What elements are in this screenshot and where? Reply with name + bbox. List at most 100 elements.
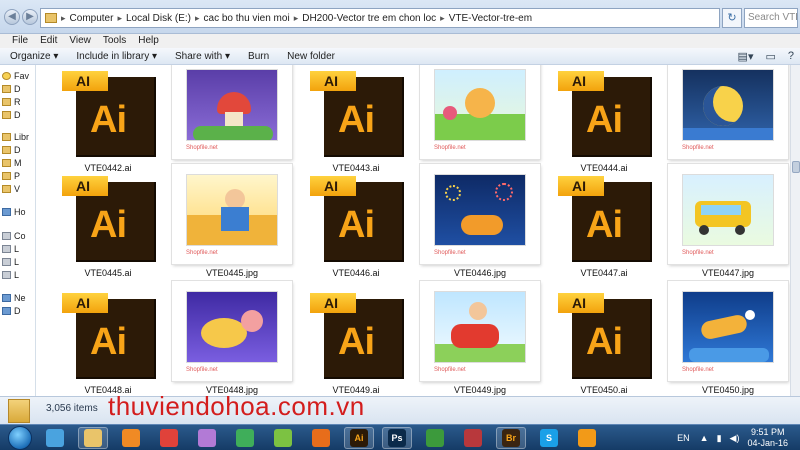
nav-item[interactable]: Co bbox=[2, 230, 26, 242]
view-options-icon[interactable]: ▤▾ bbox=[738, 50, 754, 63]
breadcrumb-item[interactable]: Computer bbox=[70, 13, 114, 24]
network-icon bbox=[2, 307, 11, 315]
homegroup-icon bbox=[2, 208, 11, 216]
nav-item[interactable]: D bbox=[2, 83, 21, 95]
nav-item[interactable]: M bbox=[2, 157, 22, 169]
taskbar-button[interactable] bbox=[40, 427, 70, 449]
menu-edit[interactable]: Edit bbox=[34, 34, 63, 48]
taskbar-button[interactable] bbox=[192, 427, 222, 449]
menu-bar: File Edit View Tools Help bbox=[0, 34, 800, 48]
nav-item[interactable]: Libr bbox=[2, 131, 29, 143]
nav-item[interactable]: D bbox=[2, 144, 21, 156]
vertical-scrollbar[interactable] bbox=[790, 65, 800, 396]
nav-item[interactable]: Ho bbox=[2, 206, 26, 218]
breadcrumb-item[interactable]: DH200-Vector tre em chon loc bbox=[302, 13, 436, 24]
illustrator-file-icon: AI Ai bbox=[62, 168, 157, 263]
system-tray: EN ▲ ▮ ◀) 9:51 PM 04-Jan-16 bbox=[677, 425, 800, 450]
image-thumbnail-frame: Shopfile.net bbox=[172, 281, 292, 381]
nav-item-label: V bbox=[14, 184, 21, 194]
taskbar-button[interactable]: Ai bbox=[344, 427, 374, 449]
clock[interactable]: 9:51 PM 04-Jan-16 bbox=[747, 427, 788, 449]
taskbar-button[interactable] bbox=[572, 427, 602, 449]
image-thumbnail bbox=[186, 69, 278, 141]
breadcrumb-item[interactable]: VTE-Vector-tre-em bbox=[449, 13, 532, 24]
share-with-button[interactable]: Share with ▾ bbox=[175, 51, 230, 62]
tray-arrow-icon[interactable]: ▲ bbox=[700, 433, 709, 443]
nav-item[interactable]: L bbox=[2, 256, 19, 268]
nav-item[interactable]: V bbox=[2, 183, 20, 195]
taskbar-button[interactable] bbox=[154, 427, 184, 449]
nav-item[interactable]: L bbox=[2, 269, 19, 281]
taskbar-button[interactable] bbox=[230, 427, 260, 449]
breadcrumb-separator[interactable]: ▸ bbox=[195, 13, 200, 24]
menu-view[interactable]: View bbox=[63, 34, 97, 48]
thumbnail-watermark: Shopfile.net bbox=[682, 145, 714, 151]
explorer-icon bbox=[46, 429, 64, 447]
breadcrumb-separator[interactable]: ▸ bbox=[117, 13, 122, 24]
breadcrumb-separator[interactable]: ▸ bbox=[440, 13, 445, 24]
breadcrumb-separator[interactable]: ▸ bbox=[294, 13, 299, 24]
taskbar-button[interactable]: Br bbox=[496, 427, 526, 449]
forward-button[interactable]: ▶ bbox=[22, 9, 38, 25]
breadcrumb-item[interactable]: Local Disk (E:) bbox=[126, 13, 191, 24]
taskbar-button[interactable] bbox=[306, 427, 336, 449]
refresh-icon[interactable]: ↻ bbox=[722, 8, 742, 28]
image-thumbnail-frame: Shopfile.net bbox=[420, 281, 540, 381]
chrome-icon bbox=[160, 429, 178, 447]
nav-item[interactable]: Ne bbox=[2, 292, 26, 304]
breadcrumb-separator[interactable]: ▸ bbox=[61, 13, 66, 24]
nav-item-label: D bbox=[14, 306, 21, 316]
start-button[interactable] bbox=[8, 426, 32, 450]
nav-item-label: Co bbox=[14, 231, 26, 241]
breadcrumb-item[interactable]: cac bo thu vien moi bbox=[204, 13, 290, 24]
nav-item[interactable]: D bbox=[2, 305, 21, 317]
nav-item[interactable]: R bbox=[2, 96, 21, 108]
thumbnail-watermark: Shopfile.net bbox=[434, 145, 466, 151]
illustrator-file-icon: AI Ai bbox=[558, 65, 653, 158]
taskbar-button[interactable] bbox=[116, 427, 146, 449]
nav-item-label: P bbox=[14, 171, 21, 181]
back-button[interactable]: ◀ bbox=[4, 9, 20, 25]
taskbar-button[interactable] bbox=[268, 427, 298, 449]
image-thumbnail-frame: Shopfile.net bbox=[172, 65, 292, 159]
network-icon[interactable]: ▮ bbox=[717, 433, 722, 444]
illustrator-icon: Ai bbox=[350, 429, 368, 447]
volume-icon[interactable]: ◀) bbox=[730, 433, 740, 444]
new-folder-button[interactable]: New folder bbox=[287, 51, 335, 62]
taskbar: Ai Ps Br S EN ▲ ▮ ◀) 9:51 PM 04-Jan-16 bbox=[0, 424, 800, 450]
thumbnail-watermark: Shopfile.net bbox=[434, 367, 466, 373]
nav-item-label: Fav bbox=[14, 71, 30, 81]
menu-help[interactable]: Help bbox=[132, 34, 165, 48]
search-input[interactable]: Search VTE... bbox=[744, 8, 798, 28]
file-name: VTE0446.ai bbox=[332, 268, 380, 278]
nav-item-label: D bbox=[14, 110, 21, 120]
address-input[interactable]: ▸ Computer ▸ Local Disk (E:) ▸ cac bo thu vie… bbox=[40, 8, 720, 28]
menu-file[interactable]: File bbox=[6, 34, 34, 48]
sketchup-icon bbox=[464, 429, 482, 447]
language-indicator[interactable]: EN bbox=[677, 433, 690, 443]
file-name: VTE0447.jpg bbox=[701, 268, 755, 278]
menu-tools[interactable]: Tools bbox=[97, 34, 132, 48]
taskbar-button[interactable]: Ps bbox=[382, 427, 412, 449]
image-thumbnail-frame: Shopfile.net bbox=[172, 164, 292, 264]
nav-item[interactable]: D bbox=[2, 109, 21, 121]
taskbar-button[interactable]: S bbox=[534, 427, 564, 449]
taskbar-button[interactable] bbox=[78, 427, 108, 449]
taskbar-button[interactable] bbox=[458, 427, 488, 449]
illustrator-file-icon: AI Ai bbox=[310, 168, 405, 263]
address-folder-icon bbox=[45, 13, 57, 23]
image-thumbnail-frame: Shopfile.net bbox=[668, 281, 788, 381]
taskbar-button[interactable] bbox=[420, 427, 450, 449]
navigation-pane: Fav D R D Libr D M P V Ho Co L L L Ne D bbox=[0, 65, 36, 396]
preview-pane-icon[interactable]: ▭ bbox=[765, 50, 775, 63]
folder-icon bbox=[2, 85, 11, 93]
nav-item[interactable]: Fav bbox=[2, 70, 29, 82]
burn-button[interactable]: Burn bbox=[248, 51, 269, 62]
scrollbar-thumb[interactable] bbox=[792, 161, 800, 173]
include-in-library-button[interactable]: Include in library ▾ bbox=[76, 51, 157, 62]
nav-item[interactable]: L bbox=[2, 243, 19, 255]
nav-item[interactable]: P bbox=[2, 170, 20, 182]
organize-button[interactable]: Organize ▾ bbox=[10, 51, 58, 62]
image-thumbnail bbox=[682, 69, 774, 141]
help-icon[interactable]: ? bbox=[788, 50, 794, 63]
